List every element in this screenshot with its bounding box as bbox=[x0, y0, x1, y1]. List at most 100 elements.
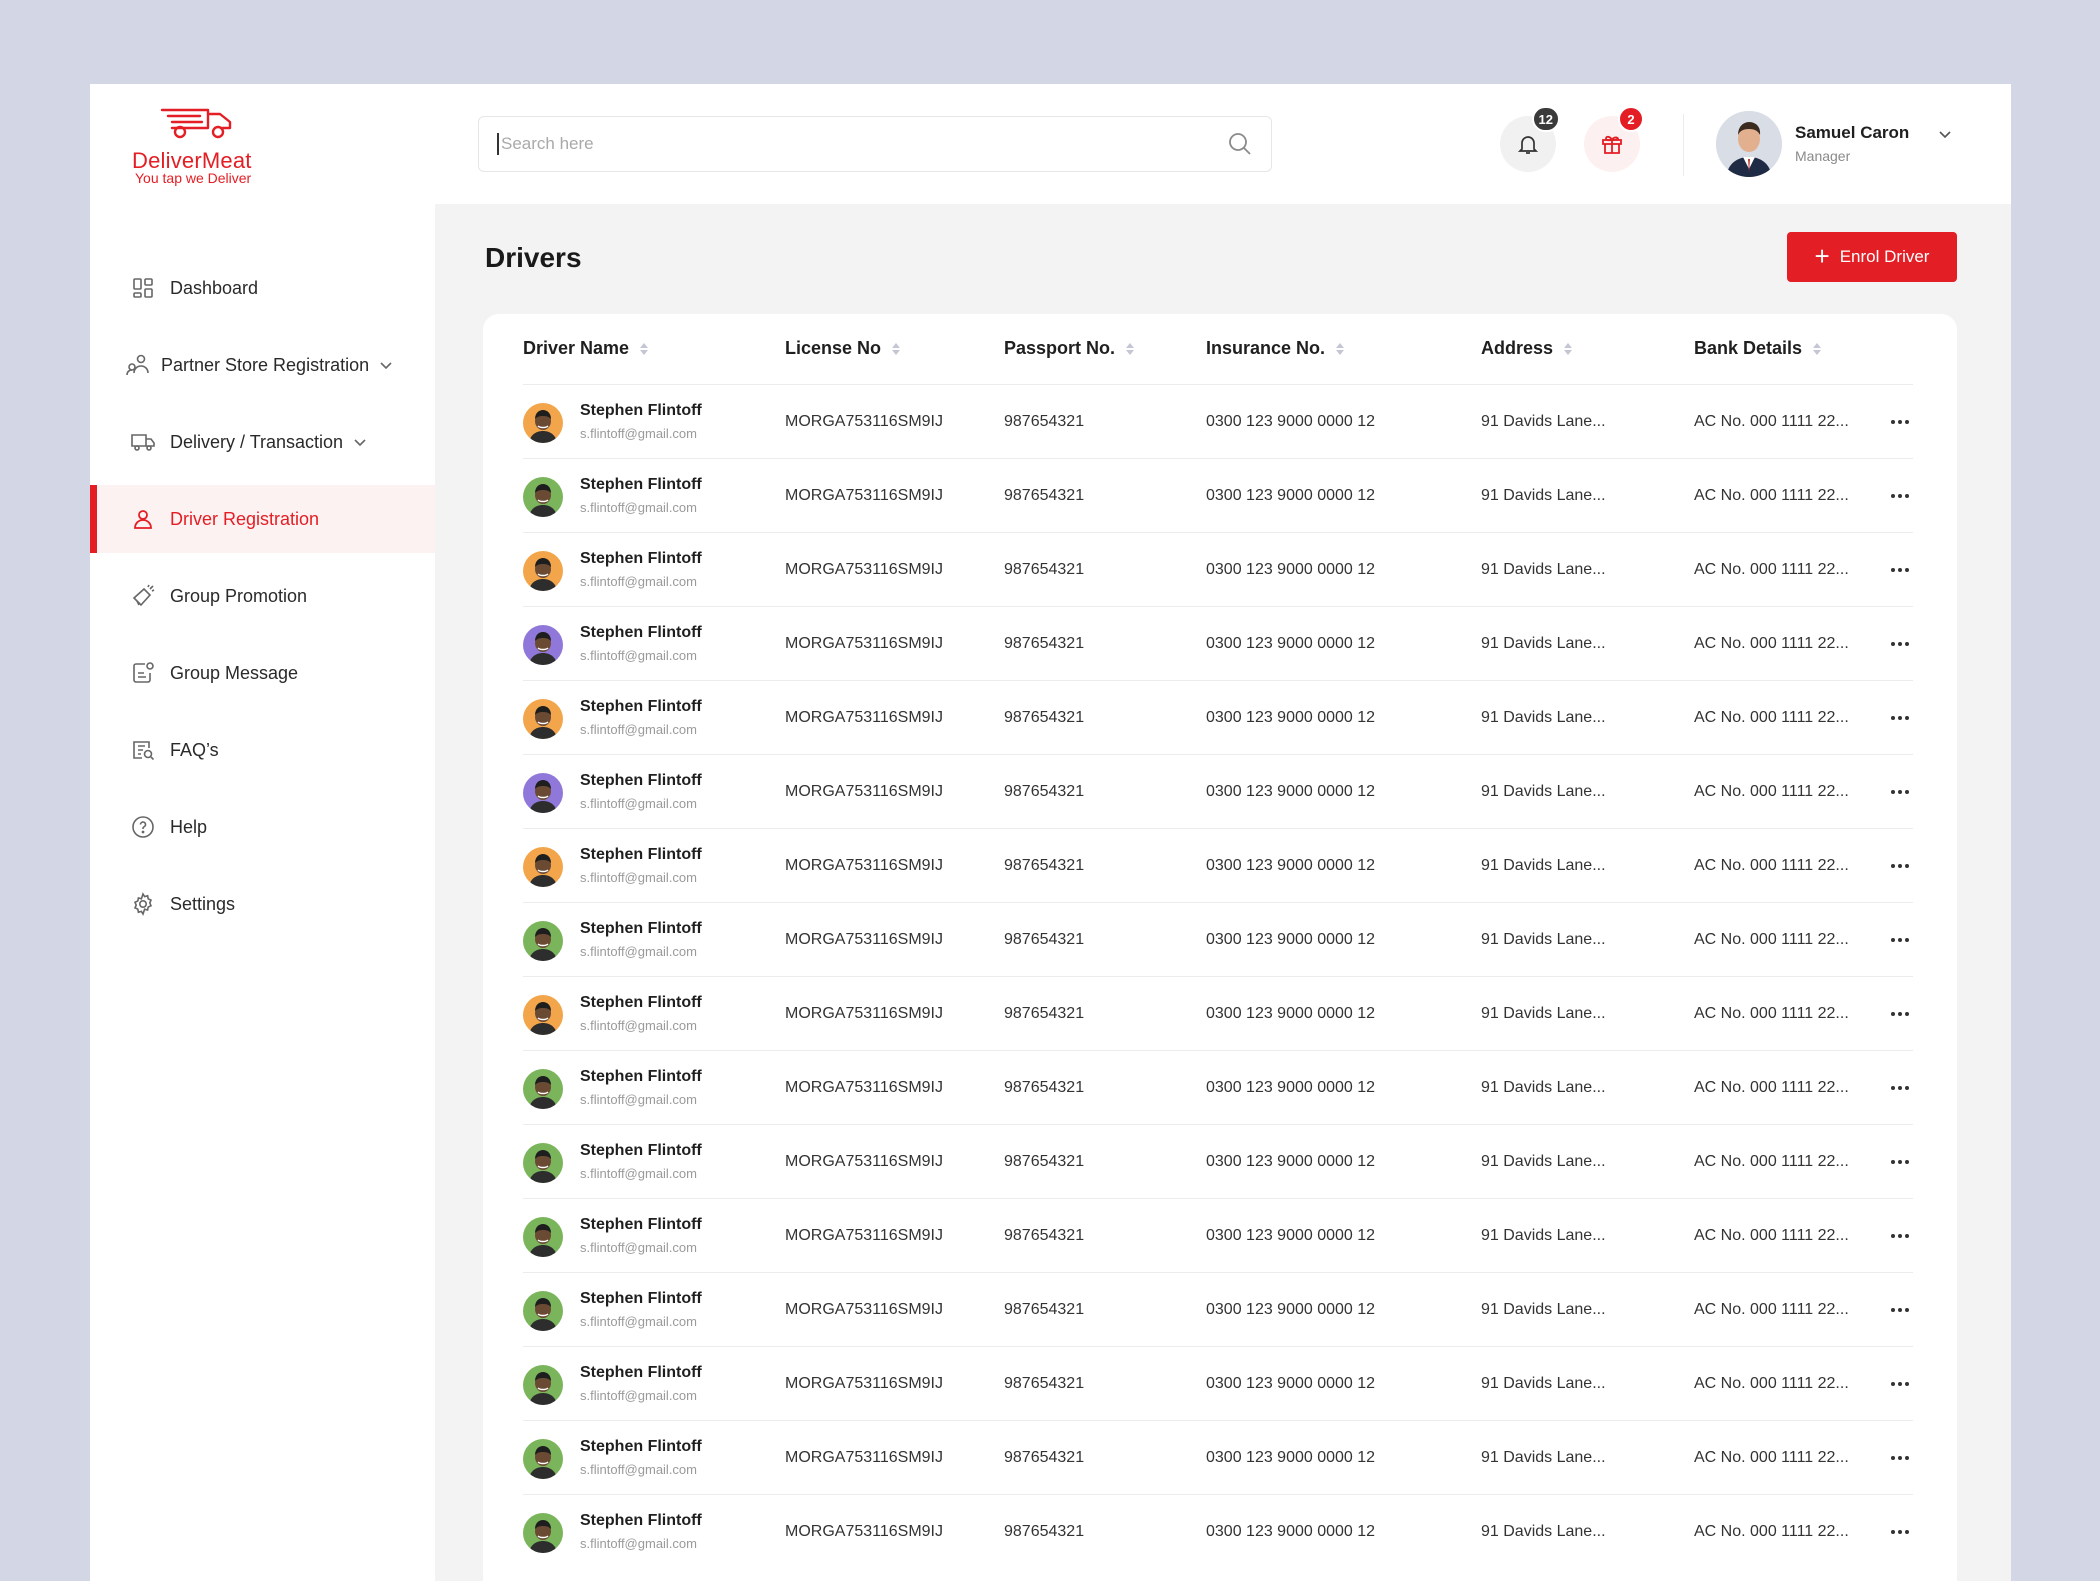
column-header-insurance-no[interactable]: Insurance No. bbox=[1206, 338, 1345, 359]
table-row[interactable]: Stephen Flintoff s.flintoff@gmail.com MO… bbox=[523, 1198, 1913, 1272]
user-avatar[interactable] bbox=[1716, 111, 1782, 177]
column-header-bank-details[interactable]: Bank Details bbox=[1694, 338, 1822, 359]
sidebar-item-group-message[interactable]: Group Message bbox=[90, 639, 435, 707]
table-row[interactable]: Stephen Flintoff s.flintoff@gmail.com MO… bbox=[523, 828, 1913, 902]
more-options-icon[interactable] bbox=[1887, 483, 1913, 509]
license-no: MORGA753116SM9IJ bbox=[785, 857, 943, 874]
more-options-icon[interactable] bbox=[1887, 1445, 1913, 1471]
insurance-no: 0300 123 9000 0000 12 bbox=[1206, 487, 1376, 504]
table-row[interactable]: Stephen Flintoff s.flintoff@gmail.com MO… bbox=[523, 606, 1913, 680]
driver-name[interactable]: Stephen Flintoff bbox=[580, 1512, 702, 1530]
table-row[interactable]: Stephen Flintoff s.flintoff@gmail.com MO… bbox=[523, 902, 1913, 976]
table-row[interactable]: Stephen Flintoff s.flintoff@gmail.com MO… bbox=[523, 1050, 1913, 1124]
notifications-button[interactable]: 12 bbox=[1500, 106, 1560, 172]
table-row[interactable]: Stephen Flintoff s.flintoff@gmail.com MO… bbox=[523, 754, 1913, 828]
driver-email: s.flintoff@gmail.com bbox=[580, 648, 697, 663]
license-no: MORGA753116SM9IJ bbox=[785, 1375, 943, 1392]
chevron-down-icon[interactable] bbox=[353, 434, 369, 450]
driver-email: s.flintoff@gmail.com bbox=[580, 1462, 697, 1477]
more-dot bbox=[1891, 716, 1895, 720]
driver-name[interactable]: Stephen Flintoff bbox=[580, 550, 702, 568]
more-options-icon[interactable] bbox=[1887, 1075, 1913, 1101]
driver-avatar bbox=[523, 773, 563, 813]
table-row[interactable]: Stephen Flintoff s.flintoff@gmail.com MO… bbox=[523, 1494, 1913, 1568]
more-dot bbox=[1898, 864, 1902, 868]
column-header-address[interactable]: Address bbox=[1481, 338, 1573, 359]
more-options-icon[interactable] bbox=[1887, 409, 1913, 435]
more-dot bbox=[1905, 1012, 1909, 1016]
user-name[interactable]: Samuel Caron bbox=[1795, 123, 1909, 143]
brand-logo[interactable]: DeliverMeat You tap we Deliver bbox=[130, 106, 330, 186]
sidebar-item-settings[interactable]: Settings bbox=[90, 870, 435, 938]
more-options-icon[interactable] bbox=[1887, 1371, 1913, 1397]
driver-name[interactable]: Stephen Flintoff bbox=[580, 624, 702, 642]
column-header-passport-no[interactable]: Passport No. bbox=[1004, 338, 1135, 359]
bank-details: AC No. 000 1111 22... bbox=[1694, 857, 1849, 874]
driver-name[interactable]: Stephen Flintoff bbox=[580, 698, 702, 716]
table-row[interactable]: Stephen Flintoff s.flintoff@gmail.com MO… bbox=[523, 458, 1913, 532]
more-dot bbox=[1905, 790, 1909, 794]
more-options-icon[interactable] bbox=[1887, 779, 1913, 805]
chevron-down-icon[interactable] bbox=[1935, 124, 1955, 144]
driver-name[interactable]: Stephen Flintoff bbox=[580, 846, 702, 864]
enrol-driver-button[interactable]: + Enrol Driver bbox=[1787, 232, 1957, 282]
delivery-truck-logo-icon bbox=[160, 108, 232, 139]
sidebar-item-delivery-transaction[interactable]: Delivery / Transaction bbox=[90, 408, 435, 476]
more-options-icon[interactable] bbox=[1887, 1001, 1913, 1027]
gifts-button[interactable]: 2 bbox=[1584, 106, 1644, 172]
sidebar-item-partner-store-registration[interactable]: Partner Store Registration bbox=[90, 331, 435, 399]
more-dot bbox=[1905, 568, 1909, 572]
sidebar-item-label: Settings bbox=[170, 893, 236, 914]
sidebar-item-dashboard[interactable]: Dashboard bbox=[90, 254, 435, 322]
table-row[interactable]: Stephen Flintoff s.flintoff@gmail.com MO… bbox=[523, 1420, 1913, 1494]
driver-name[interactable]: Stephen Flintoff bbox=[580, 994, 702, 1012]
column-header-driver-name[interactable]: Driver Name bbox=[523, 338, 649, 359]
table-row[interactable]: Stephen Flintoff s.flintoff@gmail.com MO… bbox=[523, 1346, 1913, 1420]
more-options-icon[interactable] bbox=[1887, 1297, 1913, 1323]
search-input[interactable] bbox=[497, 133, 1225, 155]
driver-name[interactable]: Stephen Flintoff bbox=[580, 402, 702, 420]
chevron-down-icon[interactable] bbox=[379, 357, 395, 373]
megaphone-icon bbox=[130, 583, 156, 609]
table-row[interactable]: Stephen Flintoff s.flintoff@gmail.com MO… bbox=[523, 1124, 1913, 1198]
gift-count-badge: 2 bbox=[1618, 106, 1644, 132]
driver-name[interactable]: Stephen Flintoff bbox=[580, 1216, 702, 1234]
driver-name[interactable]: Stephen Flintoff bbox=[580, 1438, 702, 1456]
table-row[interactable]: Stephen Flintoff s.flintoff@gmail.com MO… bbox=[523, 532, 1913, 606]
more-options-icon[interactable] bbox=[1887, 1223, 1913, 1249]
column-header-license-no[interactable]: License No bbox=[785, 338, 901, 359]
driver-name[interactable]: Stephen Flintoff bbox=[580, 772, 702, 790]
driver-name[interactable]: Stephen Flintoff bbox=[580, 1068, 702, 1086]
table-row[interactable]: Stephen Flintoff s.flintoff@gmail.com MO… bbox=[523, 1272, 1913, 1346]
more-dot bbox=[1891, 420, 1895, 424]
driver-avatar bbox=[523, 1291, 563, 1331]
driver-name[interactable]: Stephen Flintoff bbox=[580, 1364, 702, 1382]
more-options-icon[interactable] bbox=[1887, 1149, 1913, 1175]
sidebar-item-driver-registration[interactable]: Driver Registration bbox=[90, 485, 435, 553]
more-options-icon[interactable] bbox=[1887, 1519, 1913, 1545]
table-row[interactable]: Stephen Flintoff s.flintoff@gmail.com MO… bbox=[523, 976, 1913, 1050]
bank-details: AC No. 000 1111 22... bbox=[1694, 709, 1849, 726]
sidebar-item-label: Partner Store Registration bbox=[161, 354, 370, 375]
more-options-icon[interactable] bbox=[1887, 853, 1913, 879]
bank-details: AC No. 000 1111 22... bbox=[1694, 931, 1849, 948]
more-options-icon[interactable] bbox=[1887, 927, 1913, 953]
driver-email: s.flintoff@gmail.com bbox=[580, 796, 697, 811]
driver-name[interactable]: Stephen Flintoff bbox=[580, 1290, 702, 1308]
sidebar-item-help[interactable]: Help bbox=[90, 793, 435, 861]
driver-name[interactable]: Stephen Flintoff bbox=[580, 1142, 702, 1160]
insurance-no: 0300 123 9000 0000 12 bbox=[1206, 1227, 1376, 1244]
more-options-icon[interactable] bbox=[1887, 705, 1913, 731]
table-row[interactable]: Stephen Flintoff s.flintoff@gmail.com MO… bbox=[523, 680, 1913, 754]
driver-name[interactable]: Stephen Flintoff bbox=[580, 476, 702, 494]
more-options-icon[interactable] bbox=[1887, 557, 1913, 583]
search-icon[interactable] bbox=[1225, 129, 1255, 159]
sidebar-item-group-promotion[interactable]: Group Promotion bbox=[90, 562, 435, 630]
more-options-icon[interactable] bbox=[1887, 631, 1913, 657]
driver-name[interactable]: Stephen Flintoff bbox=[580, 920, 702, 938]
insurance-no: 0300 123 9000 0000 12 bbox=[1206, 1153, 1376, 1170]
driver-avatar bbox=[523, 921, 563, 961]
table-row[interactable]: Stephen Flintoff s.flintoff@gmail.com MO… bbox=[523, 384, 1913, 458]
bank-details: AC No. 000 1111 22... bbox=[1694, 635, 1849, 652]
sidebar-item-faqs[interactable]: FAQ’s bbox=[90, 716, 435, 784]
